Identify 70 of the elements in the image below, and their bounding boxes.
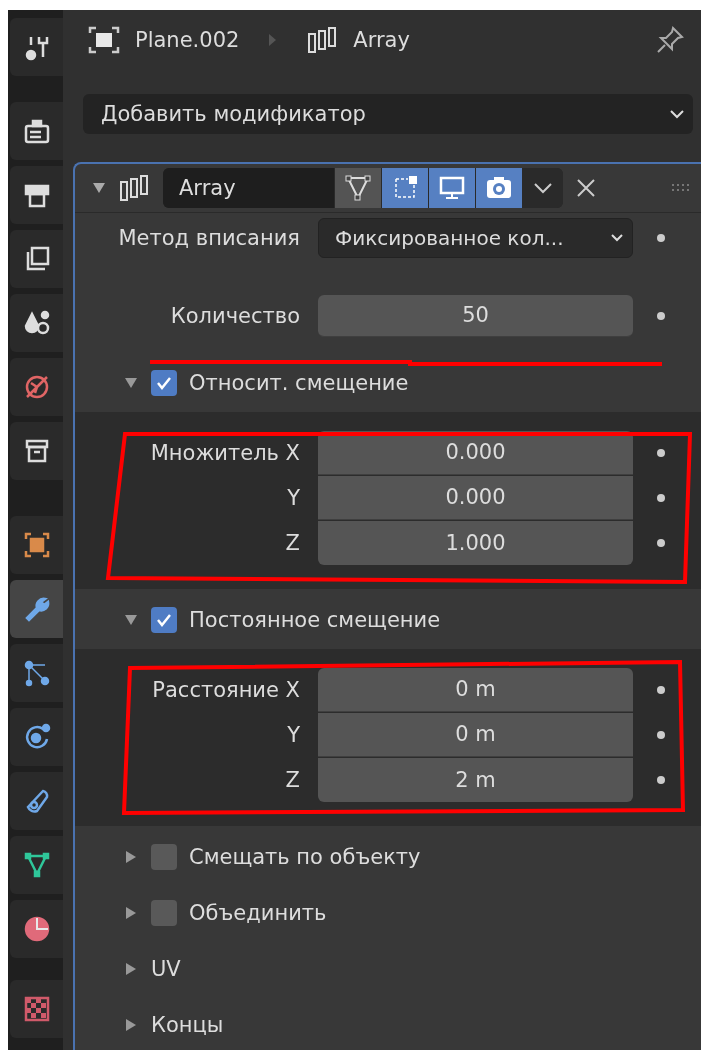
editmode-toggle[interactable] [335, 168, 381, 208]
globe-tab[interactable] [10, 358, 63, 416]
number-field[interactable]: 50 [318, 294, 633, 337]
checker-tab[interactable] [10, 980, 63, 1038]
field-label: Y [286, 722, 300, 747]
orbit-tab[interactable] [10, 708, 63, 766]
object-name: Plane.002 [135, 28, 240, 53]
checkbox[interactable] [151, 900, 177, 926]
field-label: Z [284, 530, 300, 555]
monitor-icon [438, 174, 466, 202]
chevron-down-icon [610, 233, 624, 242]
number-field[interactable]: 0.000 [318, 475, 633, 520]
render-toggle[interactable] [476, 168, 522, 208]
checkbox[interactable] [151, 370, 177, 396]
field-label: Множитель X [149, 440, 300, 465]
field-label: Расстояние X [151, 677, 300, 702]
subpanel-title[interactable]: Смещать по объекту [189, 845, 421, 869]
keyframe-dot-icon[interactable] [657, 538, 665, 547]
viewport-toggle[interactable] [429, 168, 475, 208]
field-label: Z [284, 767, 300, 792]
object-icon [87, 25, 121, 56]
link-tab[interactable] [10, 772, 63, 830]
modifier-name-field[interactable]: Array [163, 168, 334, 208]
checkbox[interactable] [151, 844, 177, 870]
subpanel-title[interactable]: Постоянное смещение [189, 608, 441, 632]
drops-tab[interactable] [10, 294, 63, 352]
keyframe-dot-icon[interactable] [657, 311, 665, 320]
number-field[interactable]: 1.000 [318, 520, 633, 565]
triangle-icon [22, 851, 51, 879]
keyframe-dot-icon[interactable] [657, 233, 665, 242]
keyframe-dot-icon[interactable] [657, 730, 665, 739]
keyframe-dot-icon[interactable] [657, 775, 665, 784]
square-tab[interactable] [10, 516, 63, 574]
render-tab[interactable] [10, 102, 63, 160]
field-label: Метод вписания [117, 225, 300, 250]
triangle-icon [344, 174, 372, 202]
keyframe-dot-icon[interactable] [657, 493, 665, 502]
cage-toggle[interactable] [382, 168, 428, 208]
modifier-name: Array [353, 28, 410, 53]
number-field[interactable]: 0.000 [318, 430, 633, 475]
triangle-tab[interactable] [10, 836, 63, 894]
printer-tab[interactable] [10, 166, 63, 224]
field-label: Количество [169, 303, 300, 328]
array-icon [119, 174, 151, 202]
render-icon [22, 117, 51, 145]
keyframe-dot-icon[interactable] [657, 448, 665, 457]
number-field[interactable]: 0 m [318, 712, 633, 757]
close-icon[interactable] [575, 177, 597, 199]
subpanel-title[interactable]: Относит. смещение [189, 371, 409, 395]
image-stack-tab[interactable] [10, 230, 63, 288]
nodes-tab[interactable] [10, 644, 63, 702]
add-modifier-dropdown[interactable]: Добавить модификатор [83, 94, 693, 134]
chevron-down-icon [533, 182, 553, 194]
subpanel-title[interactable]: UV [151, 957, 181, 981]
square-icon [22, 531, 51, 559]
wrench-tab[interactable] [10, 580, 63, 638]
box-tab[interactable] [10, 422, 63, 480]
chevron-down-icon [669, 109, 685, 120]
checkbox[interactable] [151, 607, 177, 633]
checker-icon [22, 995, 51, 1023]
nodes-icon [22, 659, 51, 687]
fit-type-dropdown[interactable]: Фиксированное кол... [318, 217, 633, 258]
keyframe-dot-icon[interactable] [657, 685, 665, 694]
subpanel-title[interactable]: Концы [151, 1013, 224, 1037]
number-field[interactable]: 2 m [318, 757, 633, 802]
drops-icon [22, 309, 51, 337]
tool-tab[interactable] [10, 18, 63, 76]
field-label: Y [286, 485, 300, 510]
subpanel-title[interactable]: Объединить [189, 901, 327, 925]
number-field[interactable]: 0 m [318, 667, 633, 712]
